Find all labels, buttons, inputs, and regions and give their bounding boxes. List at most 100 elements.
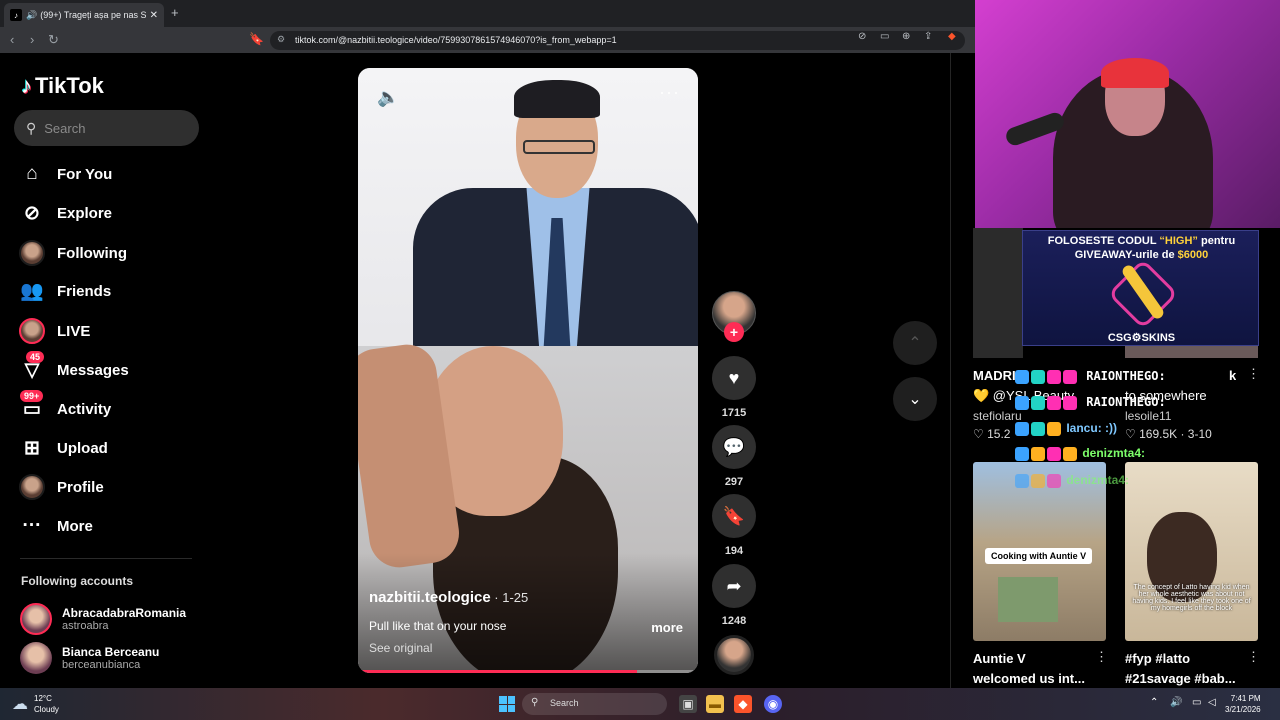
grid-item-title[interactable]: Auntie V [973, 651, 1026, 666]
tiktok-logo[interactable]: ♪ TikTok [21, 73, 104, 99]
browser-toolbar: ‹ › ↻ 🔖 ⚙ tiktok.com/@nazbitii.teologice… [0, 27, 975, 53]
promo-amount: $6000 [1177, 249, 1209, 261]
grid-item-menu-icon[interactable]: ⋮ [1095, 649, 1108, 665]
nav-label: More [57, 517, 93, 535]
grid-item-menu-icon[interactable]: ⋮ [1247, 649, 1260, 665]
video-author[interactable]: nazbitii.teologice · 1-25 [369, 589, 528, 606]
browser-tab[interactable]: ♪ 🔊 (99+) Trageți așa pe nas Sursa ✕ [4, 3, 164, 27]
heart-icon[interactable]: ♥ [712, 356, 756, 400]
following-avatar [18, 239, 46, 267]
nav-following[interactable]: Following [18, 238, 127, 268]
clock-time: 7:41 PM [1230, 694, 1261, 703]
share-action[interactable]: ➦ 1248 [712, 564, 756, 627]
save-action[interactable]: 🔖 194 [712, 494, 756, 557]
bookmark-icon[interactable]: 🔖 [712, 494, 756, 538]
network-tray-icon[interactable]: ▭ [1192, 697, 1201, 708]
comment-action[interactable]: 💬 297 [712, 425, 756, 488]
nav-for-you[interactable]: ⌂ For You [18, 159, 112, 189]
weather-temp: 12°C [34, 694, 52, 703]
search-input[interactable]: ⚲ Search [14, 110, 199, 146]
file-explorer-icon[interactable]: ▬ [706, 695, 724, 713]
like-action[interactable]: ♥ 1715 [712, 356, 756, 419]
nav-explore[interactable]: ⊘ Explore [18, 198, 112, 228]
share-count: 1248 [721, 615, 747, 627]
nav-label: Activity [57, 400, 112, 418]
video-player[interactable]: 🔈 ··· nazbitii.teologice · 1-25 Pull lik… [358, 68, 698, 673]
forward-icon[interactable]: › [30, 32, 34, 47]
friends-icon: 👥 [20, 281, 44, 302]
save-count: 194 [724, 545, 744, 557]
task-view-icon[interactable]: ▣ [679, 695, 697, 713]
chat-line: denizmta4: [1015, 446, 1145, 461]
account-item[interactable]: Bianca Berceanu berceanubianca [20, 642, 159, 674]
see-original-link[interactable]: See original [369, 641, 432, 655]
zoom-icon[interactable]: ⊕ [902, 31, 910, 42]
video-date: · 1-25 [490, 590, 529, 605]
nav-label: Explore [57, 204, 113, 222]
grid-item-title[interactable]: k [1229, 368, 1236, 383]
weather-widget[interactable]: ☁ 12°C Cloudy [12, 693, 59, 715]
nav-friends[interactable]: 👥 Friends [18, 276, 111, 306]
taskbar-search[interactable]: ⚲ Search [522, 693, 667, 715]
chat-user: RAIONTHEGO [1086, 369, 1159, 383]
music-disc-avatar[interactable] [714, 635, 754, 675]
search-icon: ⚲ [531, 697, 539, 708]
nav-profile[interactable]: Profile [18, 472, 104, 502]
no-tracking-icon[interactable]: ⊘ [858, 31, 866, 42]
tab-title: (99+) Trageți așa pe nas Sursa [40, 10, 146, 20]
grid-item-title-line2[interactable]: #21savage #bab... [1125, 671, 1236, 686]
comment-icon[interactable]: 💬 [712, 425, 756, 469]
grid-thumbnail[interactable]: The concept of Latto having kid when her… [1125, 462, 1258, 641]
chat-text: :)) [1105, 421, 1118, 435]
bookmark-icon[interactable]: 🔖 [249, 32, 264, 46]
discord-icon[interactable]: ◉ [764, 695, 782, 713]
tiktok-favicon-icon: ♪ [10, 9, 22, 21]
brave-browser-icon[interactable]: ◆ [734, 695, 752, 713]
account-item[interactable]: AbracadabraRomania astroabra [20, 603, 186, 635]
url-text: tiktok.com/@nazbitii.teologice/video/759… [295, 35, 617, 45]
close-tab-icon[interactable]: ✕ [150, 10, 158, 21]
share-icon[interactable]: ⇪ [924, 31, 932, 42]
tray-chevron-icon[interactable]: ⌃ [1150, 697, 1158, 708]
site-info-icon[interactable]: ⚙ [277, 34, 285, 45]
back-icon[interactable]: ‹ [10, 32, 14, 47]
profile-avatar [18, 473, 46, 501]
windows-start-icon[interactable] [499, 696, 515, 712]
nav-messages[interactable]: ▽ 45 Messages [18, 351, 129, 385]
taskbar-clock[interactable]: 7:41 PM 3/21/2026 [1225, 693, 1261, 715]
nav-activity[interactable]: ▭ 99+ Activity [18, 390, 112, 424]
video-progress-fill [358, 670, 637, 673]
grid-item-author[interactable]: lesoile11 [1125, 409, 1171, 423]
cloud-icon: ☁ [12, 696, 28, 713]
grid-item-menu-icon[interactable]: ⋮ [1247, 366, 1260, 382]
chat-user: denizmta4 [1066, 473, 1126, 487]
nav-label: For You [57, 165, 113, 183]
grid-thumbnail[interactable]: Cooking with Auntie V [973, 462, 1106, 641]
chat-user: denizmta4 [1082, 446, 1142, 460]
next-video-button[interactable]: ⌄ [893, 377, 937, 421]
previous-video-button[interactable]: ⌃ [893, 321, 937, 365]
brave-shield-icon[interactable]: ◆ [948, 31, 956, 42]
grid-item-title-line2[interactable]: welcomed us int... [973, 671, 1085, 686]
account-name: AbracadabraRomania [62, 606, 187, 620]
sponsor-banner: FOLOSESTE CODUL “HIGH” pentru GIVEAWAY-u… [1022, 230, 1259, 346]
nav-upload[interactable]: ⊞ Upload [18, 433, 108, 463]
windows-taskbar: ☁ 12°C Cloudy ⚲ Search ▣ ▬ ◆ ◉ ⌃ 🔊 ▭ ◁ 7… [0, 688, 1280, 720]
volume-icon[interactable]: 🔈 [377, 87, 399, 108]
share-arrow-icon[interactable]: ➦ [712, 564, 756, 608]
new-tab-icon[interactable]: + [171, 5, 179, 20]
video-options-icon[interactable]: ··· [659, 82, 680, 103]
volume-tray-icon[interactable]: 🔊 [1170, 697, 1182, 708]
reload-icon[interactable]: ↻ [48, 32, 59, 48]
caption-more-link[interactable]: more [651, 620, 683, 635]
video-progress-bar[interactable] [358, 670, 698, 673]
promo-line1-end: pentru [1197, 235, 1236, 247]
thumbnail-strip [1125, 346, 1258, 358]
grid-item-title[interactable]: #fyp #latto [1125, 651, 1190, 666]
nav-more[interactable]: ··· More [18, 511, 93, 541]
speaker-icon[interactable]: 🔊 [26, 10, 37, 21]
follow-plus-icon[interactable]: + [724, 322, 744, 342]
speaker-tray-icon[interactable]: ◁ [1208, 697, 1216, 708]
cast-icon[interactable]: ▭ [880, 31, 889, 42]
nav-live[interactable]: LIVE [18, 316, 90, 346]
